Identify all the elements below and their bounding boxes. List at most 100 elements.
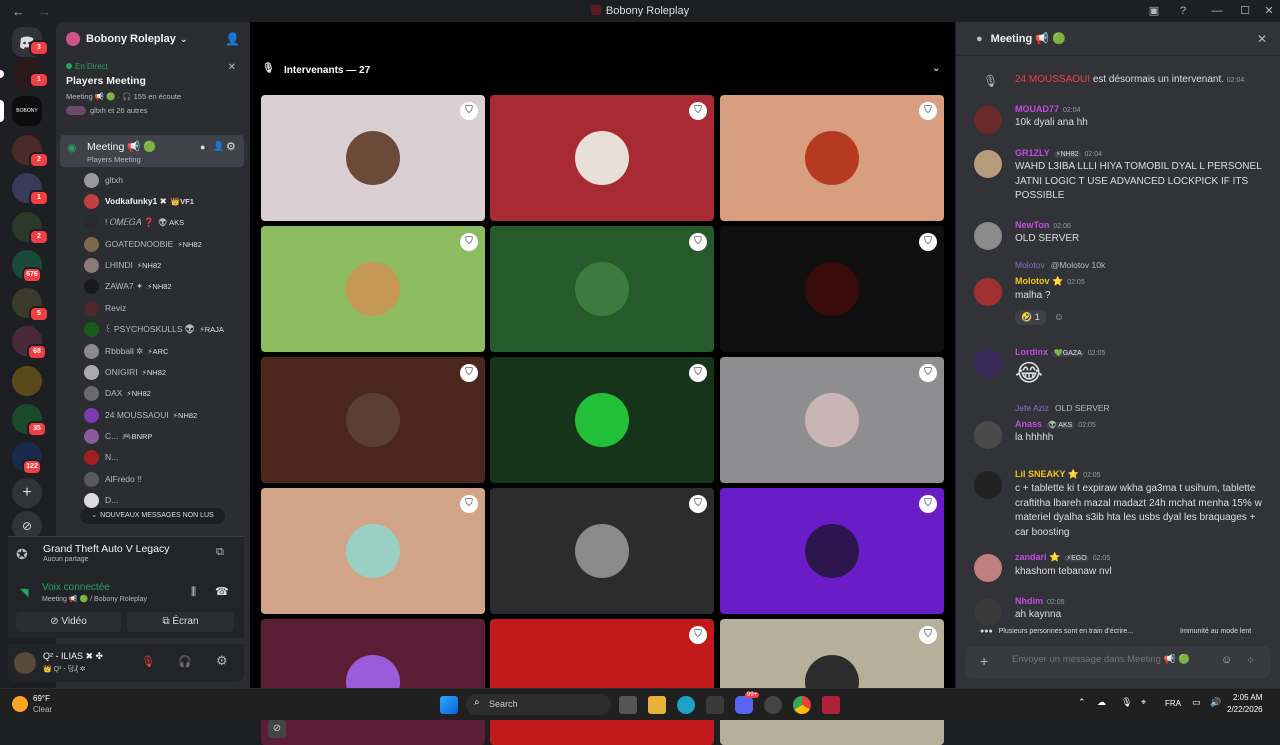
minimize-button[interactable]: — [1206, 3, 1228, 19]
close-window-button[interactable]: ✕ [1258, 3, 1280, 19]
member-item[interactable]: N... [84, 448, 122, 466]
speaker-tile[interactable]: ⛉ [261, 357, 485, 483]
voice-channel-meeting[interactable]: ◉ Meeting 📢 🟢 Players Meeting ● 👤 ⚙ [60, 135, 244, 167]
windows-start-icon[interactable] [440, 696, 458, 714]
screen-share-button[interactable]: ⧉ Écran [127, 612, 234, 632]
message-input-bar[interactable]: + ☺ ⁘ [965, 646, 1270, 678]
share-screen-icon[interactable]: ⧉ [216, 546, 224, 559]
location-icon[interactable]: ⌖ [1141, 697, 1146, 708]
apps-icon[interactable]: ⁘ [1246, 654, 1255, 667]
member-item[interactable]: Reviz [84, 299, 130, 317]
reply-preview[interactable]: Jefe Aziz OLD SERVER [1015, 403, 1110, 413]
member-item[interactable]: ! 𝑂𝑀𝐸𝐺𝐴 ❓ 👽 AKS [84, 213, 184, 231]
chevron-up-icon[interactable]: ⌃ [1078, 697, 1086, 708]
avatar[interactable] [974, 278, 1002, 306]
server-header[interactable]: Bobony Roleplay ⌄ 👤 [56, 22, 250, 56]
reply-preview[interactable]: Molotov @Molotov 10k [1015, 260, 1105, 270]
server-icon-bobony[interactable]: BOBONY [12, 96, 42, 126]
avatar[interactable] [974, 471, 1002, 499]
chrome-icon[interactable] [793, 696, 811, 714]
discord-taskbar-icon[interactable] [735, 696, 753, 714]
forward-arrow-icon[interactable]: → [38, 4, 52, 19]
maximize-button[interactable]: ☐ [1234, 3, 1256, 19]
chat-bubble-icon[interactable]: ● [200, 142, 205, 152]
invite-icon[interactable]: 👤 [213, 141, 224, 152]
add-attachment-icon[interactable]: + [980, 653, 988, 669]
message-author[interactable]: GR1ZLY [1015, 148, 1050, 158]
speaker-tile[interactable]: ⛉ [490, 488, 714, 614]
avatar[interactable] [14, 652, 36, 674]
weather-temp[interactable]: 69°F [33, 694, 50, 703]
member-item[interactable]: DAX ⚡NH82 [84, 384, 151, 402]
headphones-muted-icon[interactable]: 🎧 [178, 655, 192, 668]
member-item[interactable]: D... [84, 491, 122, 509]
task-view-icon[interactable] [619, 696, 637, 714]
reaction-chip[interactable]: 🤣 1 [1015, 309, 1046, 325]
clock-date[interactable]: 2/22/2026 [1227, 705, 1263, 714]
message-author[interactable]: Anass [1015, 419, 1042, 429]
avatar[interactable] [974, 421, 1002, 449]
video-button[interactable]: ⊘ Vidéo [16, 612, 121, 632]
noise-suppression-icon[interactable]: ⫼ [191, 586, 196, 599]
speaker-tile[interactable]: ⛉ [720, 95, 944, 221]
help-icon[interactable]: ? [1172, 3, 1194, 19]
member-item[interactable]: gltxh [84, 171, 127, 189]
gear-icon[interactable]: ⚙ [216, 653, 228, 669]
speaker-tile[interactable]: ⛉ [720, 357, 944, 483]
chevron-down-icon[interactable]: ⌄ [932, 63, 940, 74]
message-author[interactable]: Nhdim [1015, 596, 1043, 606]
mic-icon[interactable]: 🎙 [1121, 697, 1132, 708]
avatar[interactable] [974, 598, 1002, 626]
add-server-icon[interactable]: + [12, 478, 42, 508]
speaker-tile[interactable]: ⛉ [261, 95, 485, 221]
network-icon[interactable]: ☁ [1097, 697, 1106, 708]
member-item[interactable]: AlFredo !! [84, 470, 146, 488]
language-indicator[interactable]: FRA [1165, 699, 1181, 708]
display-icon[interactable]: ▭ [1192, 697, 1201, 708]
speaker-tile[interactable]: ⛉ [720, 488, 944, 614]
message-input[interactable] [1012, 654, 1212, 665]
inbox-icon[interactable]: ▣ [1143, 3, 1165, 19]
message-author[interactable]: Lil SNEAKY ⭐ [1015, 469, 1079, 479]
edge-icon[interactable] [677, 696, 695, 714]
member-item[interactable]: C... 🎮BNRP [84, 427, 152, 445]
avatar[interactable] [974, 150, 1002, 178]
speaker-tile[interactable]: ⛉ [720, 226, 944, 352]
speaker-tile[interactable]: ⊘ [261, 619, 485, 745]
avatar[interactable] [974, 349, 1002, 377]
message-author[interactable]: Lordinx [1015, 347, 1048, 357]
taskbar-search[interactable]: ⌕ Search [466, 694, 611, 715]
member-item[interactable]: LHINDI ⚡NH82 [84, 256, 161, 274]
avatar[interactable] [974, 554, 1002, 582]
weather-moon-icon[interactable] [12, 696, 28, 712]
voice-status[interactable]: Voix connectée [42, 582, 110, 593]
store-icon[interactable] [706, 696, 724, 714]
member-item[interactable]: 24 MOUSSAOUI ⚡NH82 [84, 406, 197, 424]
steam-icon[interactable] [764, 696, 782, 714]
avatar[interactable] [974, 222, 1002, 250]
message-author[interactable]: Molotov ⭐ [1015, 276, 1063, 286]
app-icon[interactable] [822, 696, 840, 714]
speaker-tile[interactable]: ⛉ [490, 357, 714, 483]
invite-people-icon[interactable]: 👤 [225, 32, 240, 46]
message-author[interactable]: MOUAD77 [1015, 104, 1059, 114]
avatar[interactable] [974, 106, 1002, 134]
speaker-tile[interactable]: ⛉ [261, 488, 485, 614]
file-explorer-icon[interactable] [648, 696, 666, 714]
mic-muted-icon[interactable]: 🎙 [141, 655, 155, 668]
member-item[interactable]: GOATEDNOOBIE ⚡NH82 [84, 235, 202, 253]
member-item[interactable]: Rbbball ✲ ⚡ARC [84, 342, 168, 360]
member-item[interactable]: Vodkafunky1 ✖ 👑VF1 [84, 192, 194, 210]
server-icon[interactable] [12, 366, 42, 396]
message-author[interactable]: zandari ⭐ [1015, 552, 1060, 562]
clock-time[interactable]: 2:05 AM [1233, 693, 1262, 702]
volume-icon[interactable]: 🔊 [1210, 697, 1221, 708]
speaker-tile[interactable]: ⛉ [490, 226, 714, 352]
speaker-tile[interactable]: ⛉ [720, 619, 944, 745]
speaker-tile[interactable]: ⛉ [261, 226, 485, 352]
member-item[interactable]: ZAWA7 ✦ ⚡NH82 [84, 277, 172, 295]
back-arrow-icon[interactable]: ← [12, 4, 26, 19]
message-author[interactable]: NewTon [1015, 220, 1049, 230]
member-item[interactable]: ꒰ PSYCHOSKULLS 👽 ⚡RAJA [84, 320, 224, 338]
add-reaction-icon[interactable]: ☺ [1054, 312, 1064, 323]
